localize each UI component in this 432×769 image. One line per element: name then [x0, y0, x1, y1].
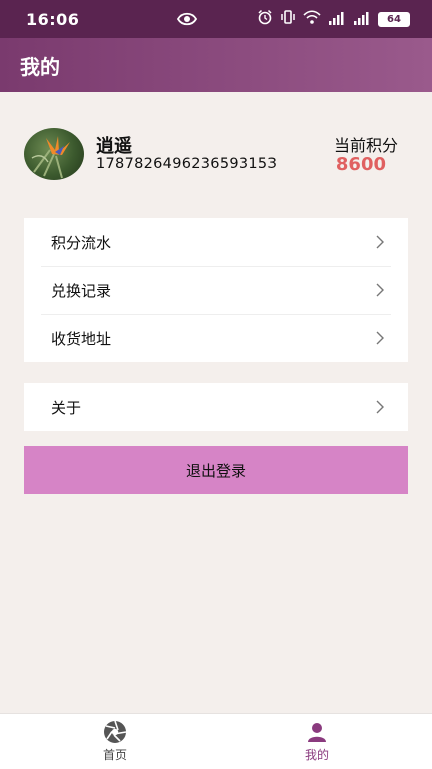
- aperture-icon: [75, 720, 155, 744]
- chevron-right-icon: [376, 331, 384, 349]
- wifi-icon: [303, 9, 321, 29]
- menu-item-about[interactable]: 关于: [24, 383, 408, 431]
- user-id: 178782649623659315З: [96, 156, 278, 172]
- status-time: 16:06: [26, 9, 80, 29]
- points-value: 8600: [335, 154, 386, 175]
- profile-section: 逍遥 178782649623659315З 当前积分 8600: [24, 128, 408, 182]
- menu-item-label: 关于: [51, 398, 82, 417]
- status-bar: 16:06 64: [0, 0, 432, 38]
- app-bar: 我的: [0, 38, 432, 92]
- user-nickname: 逍遥: [96, 136, 132, 157]
- menu-item-label: 收货地址: [51, 329, 112, 348]
- logout-label: 退出登录: [185, 461, 246, 480]
- points-label: 当前积分: [333, 136, 398, 155]
- signal-icon: [353, 10, 371, 29]
- menu-item-points-history[interactable]: 积分流水: [24, 218, 408, 266]
- chevron-right-icon: [376, 235, 384, 253]
- eye-icon: [176, 11, 198, 31]
- menu-item-label: 兑换记录: [51, 281, 112, 300]
- tab-label: 首页: [102, 748, 127, 762]
- person-icon: [277, 720, 357, 744]
- menu-card-about: 关于: [24, 383, 408, 431]
- signal-icon: [328, 10, 346, 29]
- chevron-right-icon: [376, 283, 384, 301]
- page-title: 我的: [20, 54, 60, 79]
- tab-mine[interactable]: 我的: [277, 720, 357, 763]
- tab-home[interactable]: 首页: [75, 720, 155, 763]
- battery-icon: 64: [378, 11, 410, 27]
- menu-item-exchange-records[interactable]: 兑换记录: [24, 266, 408, 314]
- avatar[interactable]: [24, 128, 84, 180]
- bottom-tab-bar: 首页 我的: [0, 713, 432, 769]
- chevron-right-icon: [376, 400, 384, 418]
- menu-item-label: 积分流水: [51, 233, 112, 252]
- alarm-icon: [257, 9, 273, 29]
- vibrate-icon: [280, 9, 296, 29]
- menu-item-shipping-address[interactable]: 收货地址: [24, 314, 408, 362]
- menu-card-main: 积分流水 兑换记录 收货地址: [24, 218, 408, 362]
- logout-button[interactable]: 退出登录: [24, 446, 408, 494]
- tab-label: 我的: [304, 748, 329, 762]
